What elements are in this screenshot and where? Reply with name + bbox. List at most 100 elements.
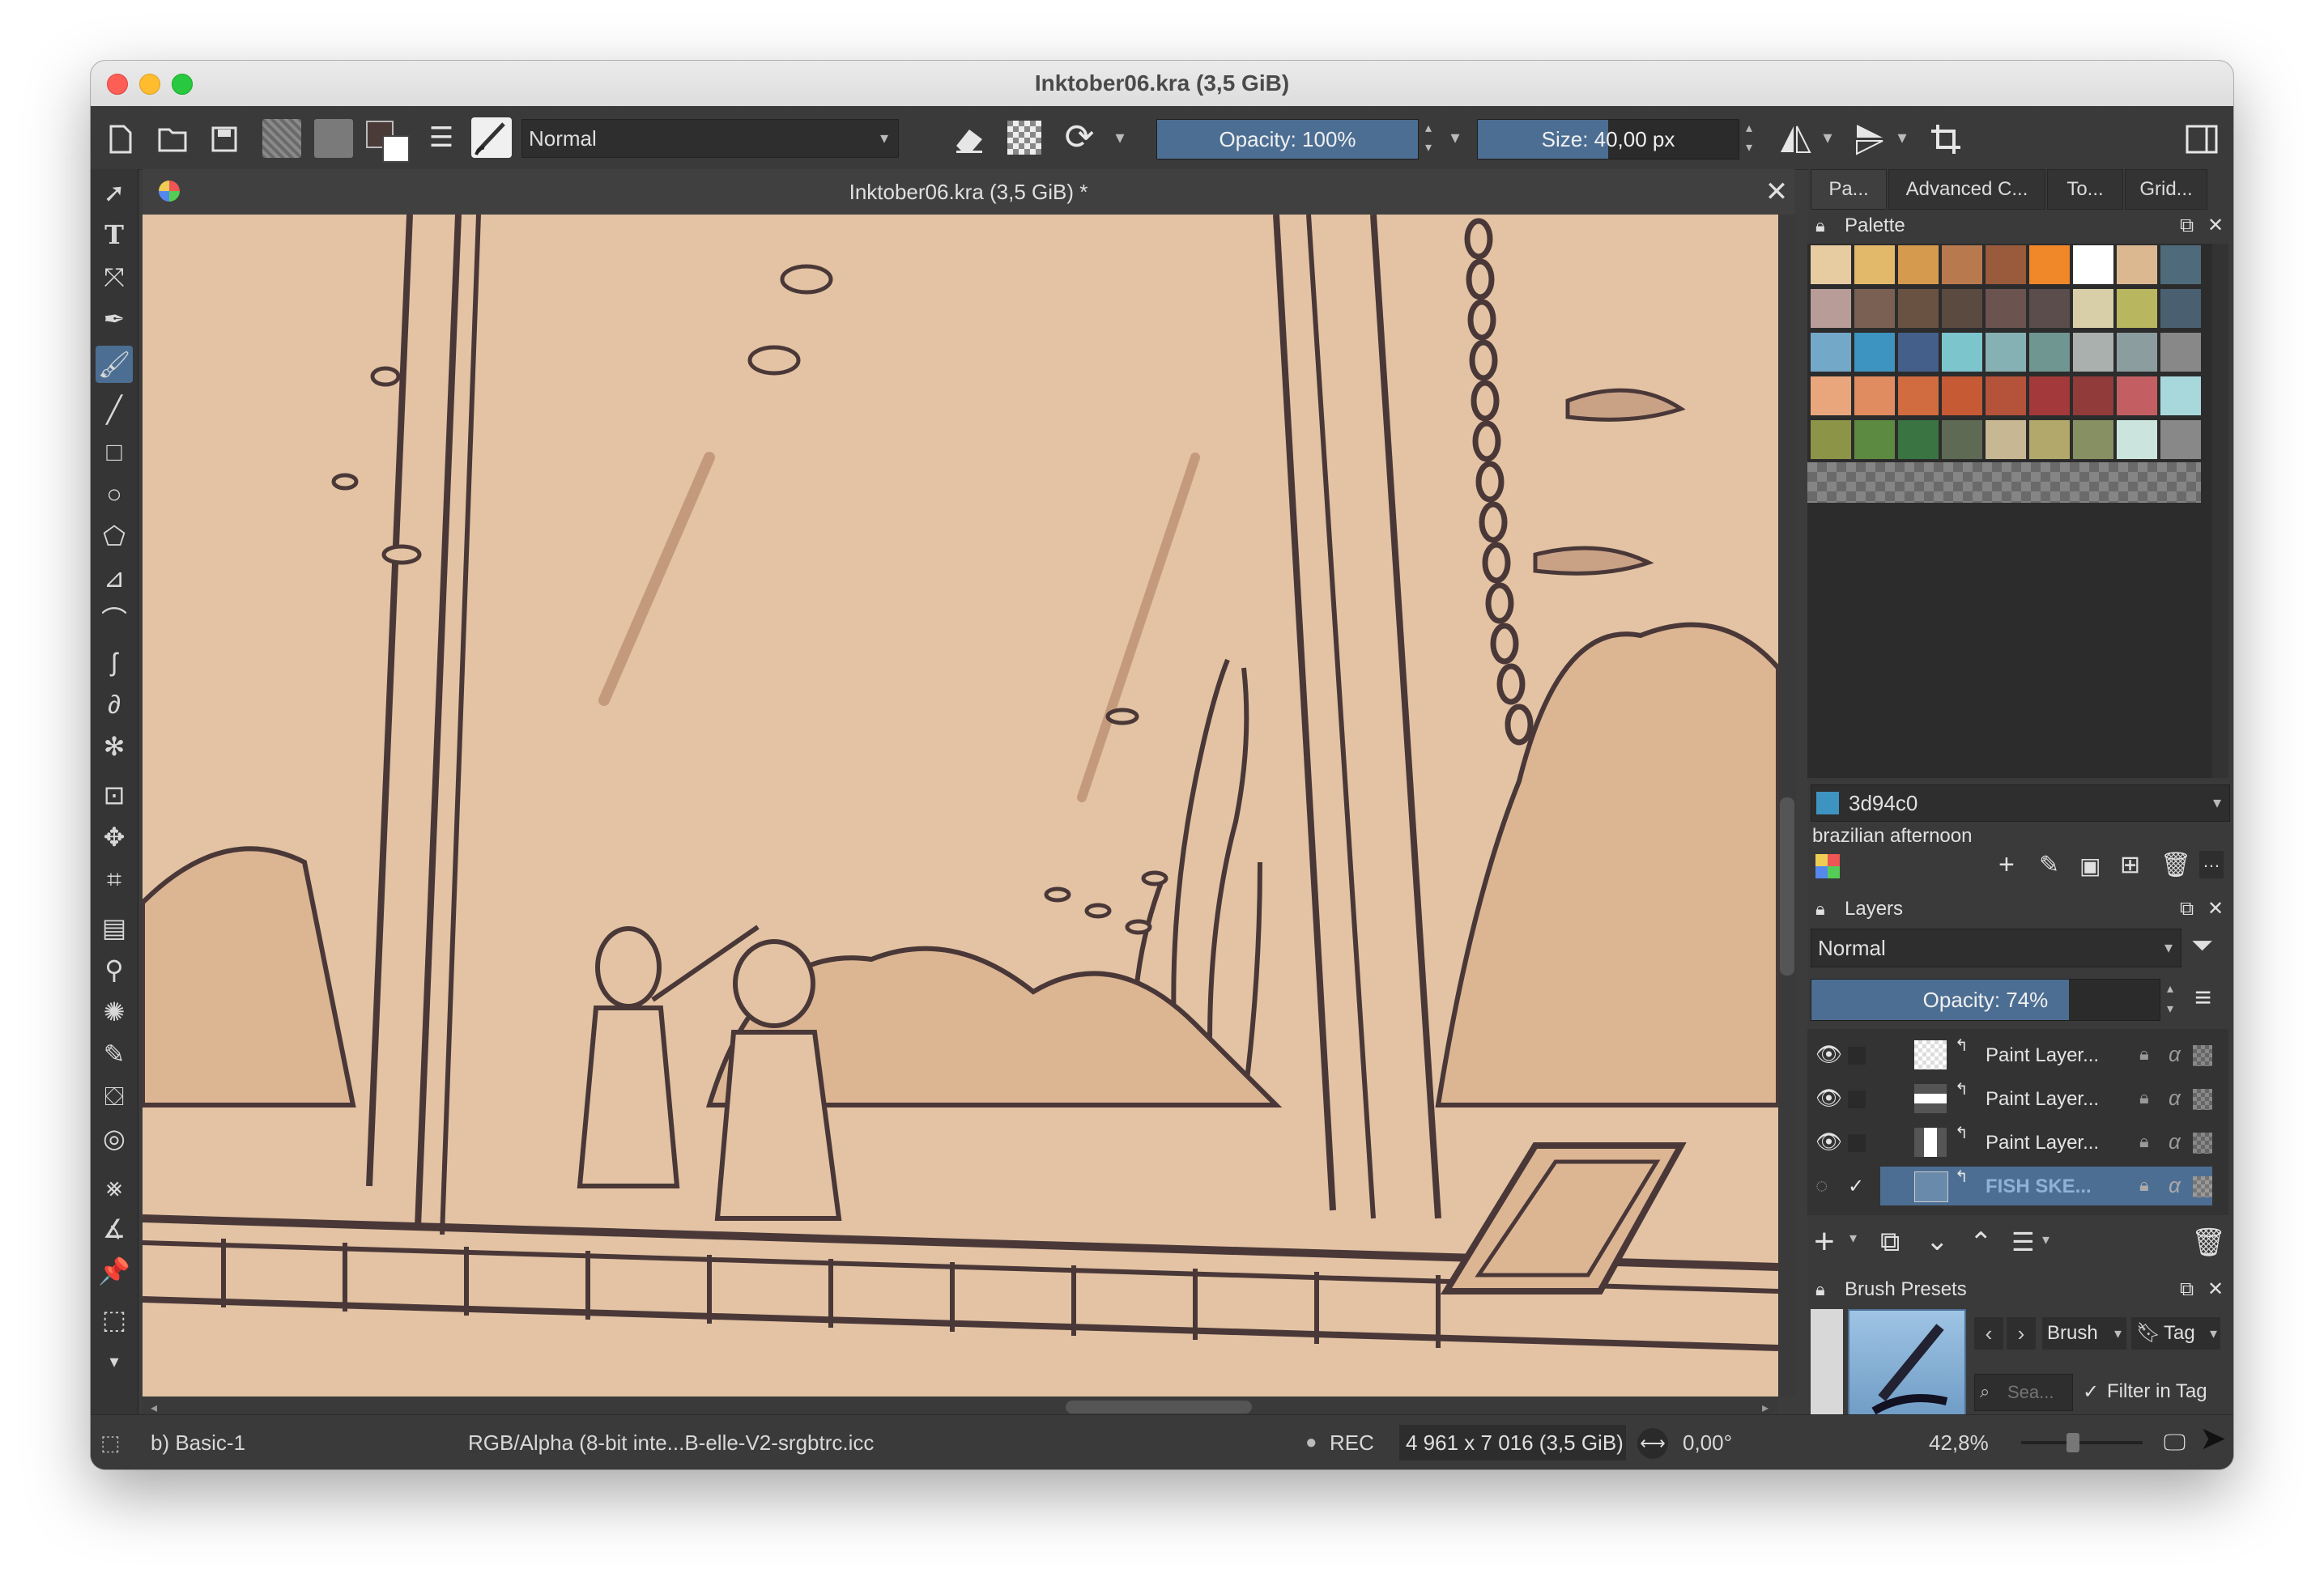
lock-icon[interactable]: 🔒︎ xyxy=(1815,893,1825,925)
palette-swatch[interactable] xyxy=(1986,289,2026,328)
palette-swatch[interactable] xyxy=(1898,333,1939,372)
brush-settings-icon[interactable]: ☰ xyxy=(421,106,462,169)
layer-row[interactable]: 👁︎ ↰ Paint Layer... 🔒︎ α xyxy=(1812,1078,2212,1120)
palette-scrollbar[interactable] xyxy=(2212,244,2228,778)
close-panel-icon[interactable]: ✕ xyxy=(2207,893,2224,925)
inherit-alpha-icon[interactable] xyxy=(2193,1133,2212,1154)
tag-dropdown[interactable]: 🔖︎ Tag ▾ xyxy=(2131,1317,2220,1350)
lock-layer-icon[interactable]: 🔒︎ xyxy=(2139,1175,2149,1196)
close-document-icon[interactable]: ✕ xyxy=(1762,169,1791,215)
palette-swatch[interactable] xyxy=(2117,333,2157,372)
close-panel-icon[interactable]: ✕ xyxy=(2207,210,2224,242)
palette-swatch[interactable] xyxy=(1854,333,1895,372)
filter-in-tag-checkbox[interactable]: ✓ xyxy=(2083,1380,2099,1404)
scroll-right-icon[interactable]: ▸ xyxy=(1762,1400,1769,1416)
open-document-icon[interactable] xyxy=(152,106,193,169)
palette-swatch[interactable] xyxy=(1898,245,1939,284)
move-tool-icon[interactable]: ✥ xyxy=(96,818,133,856)
alpha-lock-icon[interactable]: α xyxy=(2169,1129,2181,1154)
chevron-down-icon[interactable]: ▾ xyxy=(1849,1230,1857,1247)
palette-swatch[interactable] xyxy=(1898,376,1939,415)
pattern-preset-icon[interactable] xyxy=(314,119,353,158)
palette-swatch[interactable] xyxy=(2117,289,2157,328)
rectangle-tool-icon[interactable]: □ xyxy=(96,433,133,470)
reference-images-tool-icon[interactable]: 📌 xyxy=(96,1252,133,1290)
float-panel-icon[interactable]: ⧉ xyxy=(2180,210,2194,242)
canvas-vertical-scrollbar[interactable] xyxy=(1778,215,1796,1397)
palette-swatch[interactable] xyxy=(1986,420,2026,459)
blend-mode-dropdown[interactable]: Normal ▾ xyxy=(521,119,899,158)
layer-filter-icon[interactable]: ⏷ xyxy=(2191,930,2213,962)
add-swatch-icon[interactable]: + xyxy=(1998,849,2015,881)
alpha-lock-icon[interactable]: α xyxy=(2169,1042,2181,1067)
opacity-spin-buttons[interactable]: ▴ ▾ xyxy=(1419,119,1438,158)
opacity-slider[interactable]: Opacity: 100% xyxy=(1156,119,1419,159)
mirror-horizontal-icon[interactable] xyxy=(1775,106,1815,169)
fill-tool-icon[interactable]: ⛋ xyxy=(96,1078,133,1115)
float-panel-icon[interactable]: ⧉ xyxy=(2180,1273,2194,1306)
rotation-dial-icon[interactable]: ⟷ xyxy=(1637,1428,1668,1459)
docker-tab-grid[interactable]: Grid... xyxy=(2125,169,2207,210)
lock-icon[interactable]: 🔒︎ xyxy=(1815,210,1825,242)
chevron-down-icon[interactable]: ▾ xyxy=(1443,106,1467,169)
palette-swatch[interactable] xyxy=(1942,245,1982,284)
freehand-brush-tool-icon[interactable]: 🖌 xyxy=(96,346,133,383)
inherit-alpha-icon[interactable] xyxy=(2193,1176,2212,1197)
scroll-left-icon[interactable]: ◂ xyxy=(151,1400,157,1416)
palette-swatch[interactable] xyxy=(2117,420,2157,459)
transform-tool-icon[interactable]: ⊡ xyxy=(96,776,133,814)
layer-opacity-slider[interactable]: Opacity: 74% xyxy=(1811,979,2160,1021)
palette-grid-icon[interactable]: ⊞ xyxy=(2120,851,2140,879)
foreground-background-color-icon[interactable] xyxy=(366,117,410,163)
record-label[interactable]: REC xyxy=(1330,1415,1374,1469)
palette-swatch[interactable] xyxy=(2073,376,2113,415)
zoom-slider[interactable] xyxy=(2021,1433,2143,1452)
palette-more-icon[interactable]: … xyxy=(2199,851,2224,878)
polyline-tool-icon[interactable]: ⊿ xyxy=(96,559,133,597)
horizontal-scroll-thumb[interactable] xyxy=(1066,1401,1252,1414)
layer-list-scrollbar[interactable] xyxy=(2212,1029,2228,1215)
save-document-icon[interactable] xyxy=(204,106,245,169)
save-palette-icon[interactable]: ▣ xyxy=(2079,852,2101,879)
palette-swatch[interactable] xyxy=(2073,420,2113,459)
enclose-fill-tool-icon[interactable]: ◎ xyxy=(96,1120,133,1157)
hidden-eye-icon[interactable]: ◌ xyxy=(1815,1173,1828,1198)
text-tool-icon[interactable]: T xyxy=(96,216,133,253)
palette-swatch[interactable] xyxy=(2117,245,2157,284)
palette-swatch[interactable] xyxy=(2160,420,2201,459)
palette-swatch[interactable] xyxy=(2073,289,2113,328)
palette-swatch[interactable] xyxy=(1811,333,1851,372)
mirror-vertical-icon[interactable] xyxy=(1849,106,1890,169)
docker-tab-palette[interactable]: Pa... xyxy=(1811,169,1887,210)
palette-swatch[interactable] xyxy=(1854,420,1895,459)
palette-swatch[interactable] xyxy=(1811,420,1851,459)
reload-preset-icon[interactable]: ⟳ xyxy=(1058,106,1101,169)
inherit-alpha-icon[interactable] xyxy=(2193,1045,2212,1066)
toggle-dockers-icon[interactable] xyxy=(2180,106,2224,169)
toolbox-scroll-down-icon[interactable]: ▾ xyxy=(96,1343,133,1380)
alpha-lock-icon[interactable]: α xyxy=(2169,1173,2181,1198)
brush-preset-icon[interactable] xyxy=(471,117,512,158)
previous-brush-icon[interactable]: ‹ xyxy=(1974,1317,2003,1350)
palette-swatch[interactable] xyxy=(2160,245,2201,284)
lock-layer-icon[interactable]: 🔒︎ xyxy=(2139,1087,2149,1108)
lock-layer-icon[interactable]: 🔒︎ xyxy=(2139,1131,2149,1152)
layer-properties-icon[interactable]: ☰ xyxy=(2011,1227,2035,1257)
edit-shapes-tool-icon[interactable]: ⤧ xyxy=(96,258,133,295)
palette-swatch[interactable] xyxy=(1942,420,1982,459)
docker-tab-advanced-color[interactable]: Advanced C... xyxy=(1888,169,2045,210)
inherit-alpha-icon[interactable] xyxy=(2193,1089,2212,1110)
assistant-tool-icon[interactable]: ⨳ xyxy=(96,1168,133,1205)
brush-search-input[interactable] xyxy=(2006,1378,2071,1407)
zoom-slider-handle[interactable] xyxy=(2066,1433,2079,1452)
visibility-eye-icon[interactable]: 👁︎ xyxy=(1815,1042,1842,1067)
brush-size-slider[interactable]: Size: 40,00 px xyxy=(1477,119,1739,159)
delete-swatch-icon[interactable]: 🗑︎ xyxy=(2160,851,2191,879)
visibility-eye-icon[interactable]: 👁︎ xyxy=(1815,1086,1842,1111)
wrap-around-icon[interactable] xyxy=(1924,106,1968,169)
palette-swatch[interactable] xyxy=(1986,333,2026,372)
selection-mode-icon[interactable]: ⬚ xyxy=(100,1415,130,1469)
palette-swatch[interactable] xyxy=(2029,420,2070,459)
new-document-icon[interactable] xyxy=(100,106,141,169)
smart-patch-tool-icon[interactable]: ✎ xyxy=(96,1035,133,1073)
